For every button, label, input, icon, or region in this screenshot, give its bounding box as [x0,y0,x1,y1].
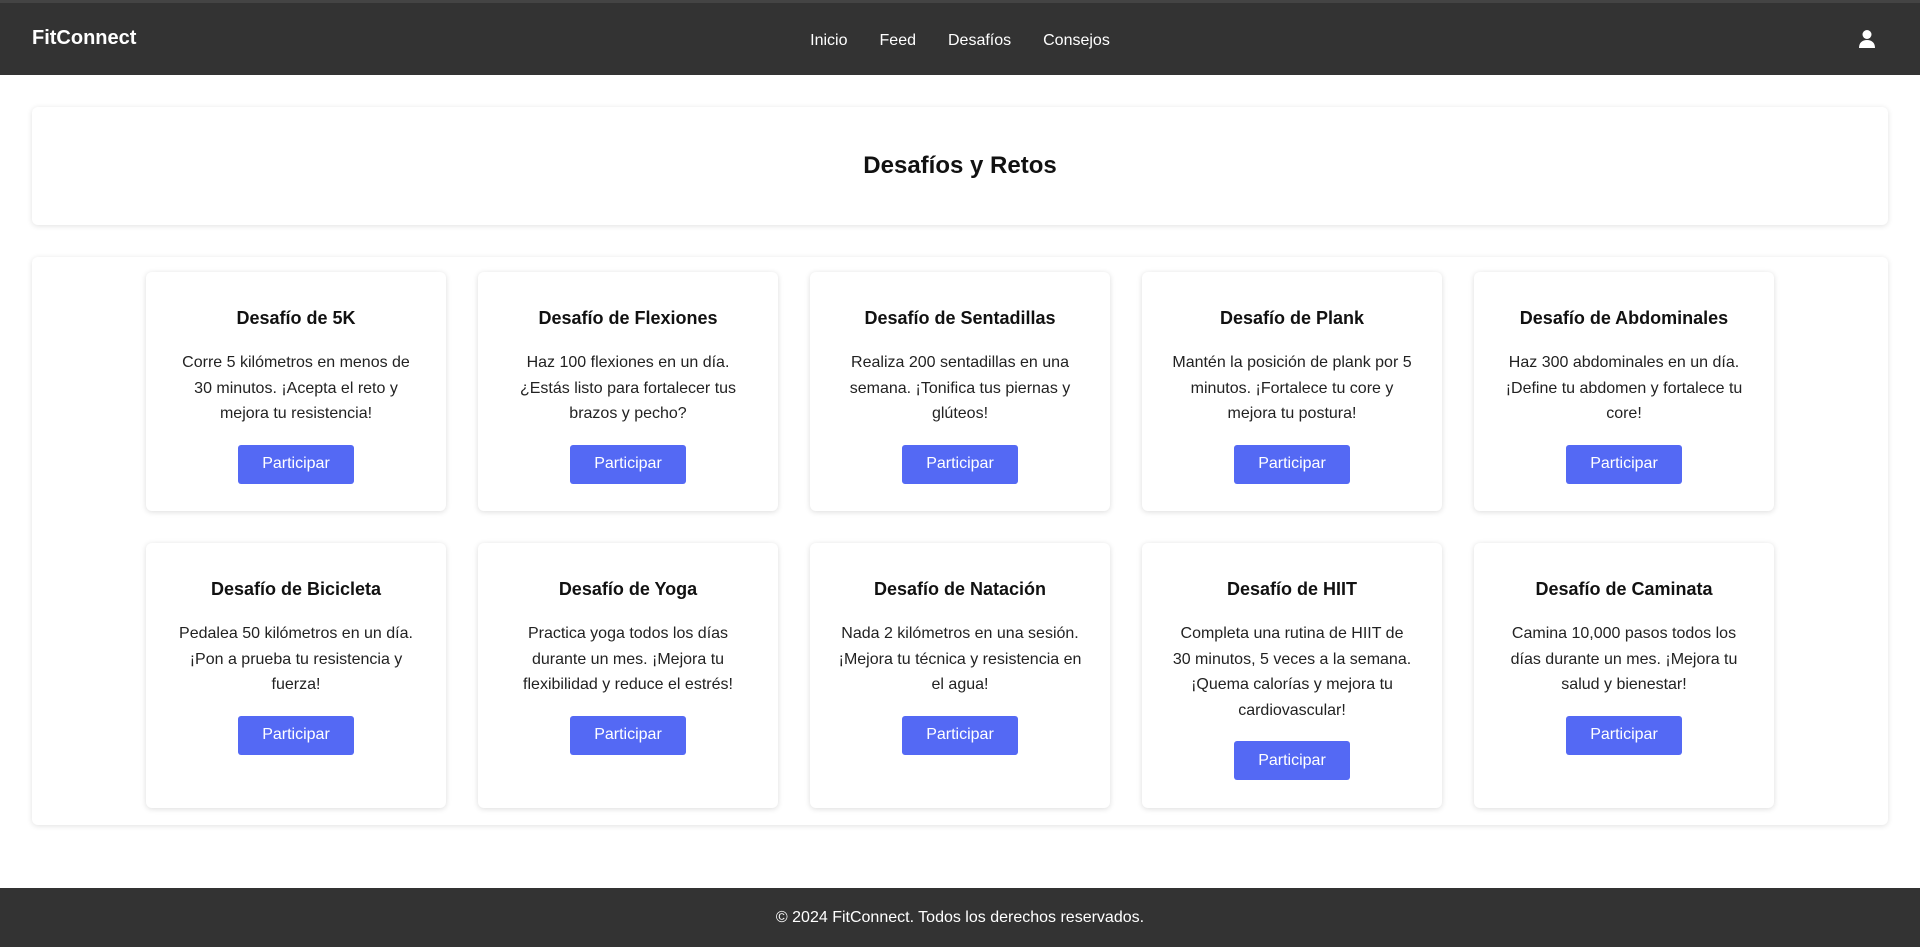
challenge-description: Corre 5 kilómetros en menos de 30 minuto… [182,354,410,422]
challenge-description: Haz 300 abdominales en un día. ¡Define t… [1505,354,1743,422]
challenge-title: Desafío de Flexiones [538,308,718,328]
challenge-card: Desafío de Caminata Camina 10,000 pasos … [1474,543,1774,808]
challenge-card: Desafío de 5K Corre 5 kilómetros en meno… [146,272,446,511]
challenge-title: Desafío de Sentadillas [864,308,1056,328]
challenge-card: Desafío de Plank Mantén la posición de p… [1142,272,1442,511]
challenge-description: Practica yoga todos los días durante un … [523,625,733,693]
page-title: Desafíos y Retos [863,152,1057,179]
challenge-description: Completa una rutina de HIIT de 30 minuto… [1172,625,1412,719]
challenge-title: Desafío de HIIT [1226,579,1358,599]
participate-button[interactable]: Participar [1234,741,1350,780]
challenge-description: Realiza 200 sentadillas en una semana. ¡… [849,354,1071,422]
challenge-description: Pedalea 50 kilómetros en un día. ¡Pon a … [179,625,413,693]
brand-logo[interactable]: FitConnect [32,27,136,50]
nav-link-inicio[interactable]: Inicio [810,32,847,50]
challenge-card: Desafío de Natación Nada 2 kilómetros en… [810,543,1110,808]
nav-link-feed[interactable]: Feed [880,32,916,50]
challenge-title: Desafío de 5K [236,308,356,328]
challenge-title: Desafío de Plank [1219,308,1365,328]
challenge-card: Desafío de Yoga Practica yoga todos los … [478,543,778,808]
nav-link-consejos[interactable]: Consejos [1043,32,1110,50]
challenge-card: Desafío de Sentadillas Realiza 200 senta… [810,272,1110,511]
participate-button[interactable]: Participar [1566,715,1682,755]
challenge-title: Desafío de Caminata [1535,579,1713,599]
challenge-card: Desafío de Abdominales Haz 300 abdominal… [1474,272,1774,511]
participate-button[interactable]: Participar [238,444,354,484]
challenge-card: Desafío de Flexiones Haz 100 flexiones e… [478,272,778,511]
participate-button[interactable]: Participar [902,444,1018,484]
user-icon[interactable] [1858,29,1876,49]
footer: © 2024 FitConnect. Todos los derechos re… [0,888,1920,947]
challenges-grid: Desafío de 5K Corre 5 kilómetros en meno… [32,257,1888,825]
footer-copyright: © 2024 FitConnect. Todos los derechos re… [775,908,1145,926]
challenge-title: Desafío de Abdominales [1519,308,1729,328]
page-header: Desafíos y Retos [32,107,1888,225]
participate-button[interactable]: Participar [570,715,686,755]
challenge-description: Nada 2 kilómetros en una sesión. ¡Mejora… [838,625,1082,693]
challenge-title: Desafío de Natación [873,579,1047,599]
nav-link-desafios[interactable]: Desafíos [948,32,1011,50]
challenge-title: Desafío de Yoga [558,579,698,599]
challenge-description: Mantén la posición de plank por 5 minuto… [1172,354,1412,422]
participate-button[interactable]: Participar [902,715,1018,755]
challenge-title: Desafío de Bicicleta [210,579,382,599]
participate-button[interactable]: Participar [1234,444,1350,484]
nav-links: Inicio Feed Desafíos Consejos [0,3,1920,78]
challenge-card: Desafío de HIIT Completa una rutina de H… [1142,543,1442,808]
user-icon-graphic [1859,30,1875,48]
challenge-card: Desafío de Bicicleta Pedalea 50 kilómetr… [146,543,446,808]
navbar: FitConnect Inicio Feed Desafíos Consejos [0,0,1920,75]
participate-button[interactable]: Participar [1566,444,1682,484]
participate-button[interactable]: Participar [570,444,686,484]
participate-button[interactable]: Participar [238,715,354,755]
challenge-description: Camina 10,000 pasos todos los días duran… [1510,625,1738,693]
challenge-description: Haz 100 flexiones en un día. ¿Estás list… [519,354,737,422]
